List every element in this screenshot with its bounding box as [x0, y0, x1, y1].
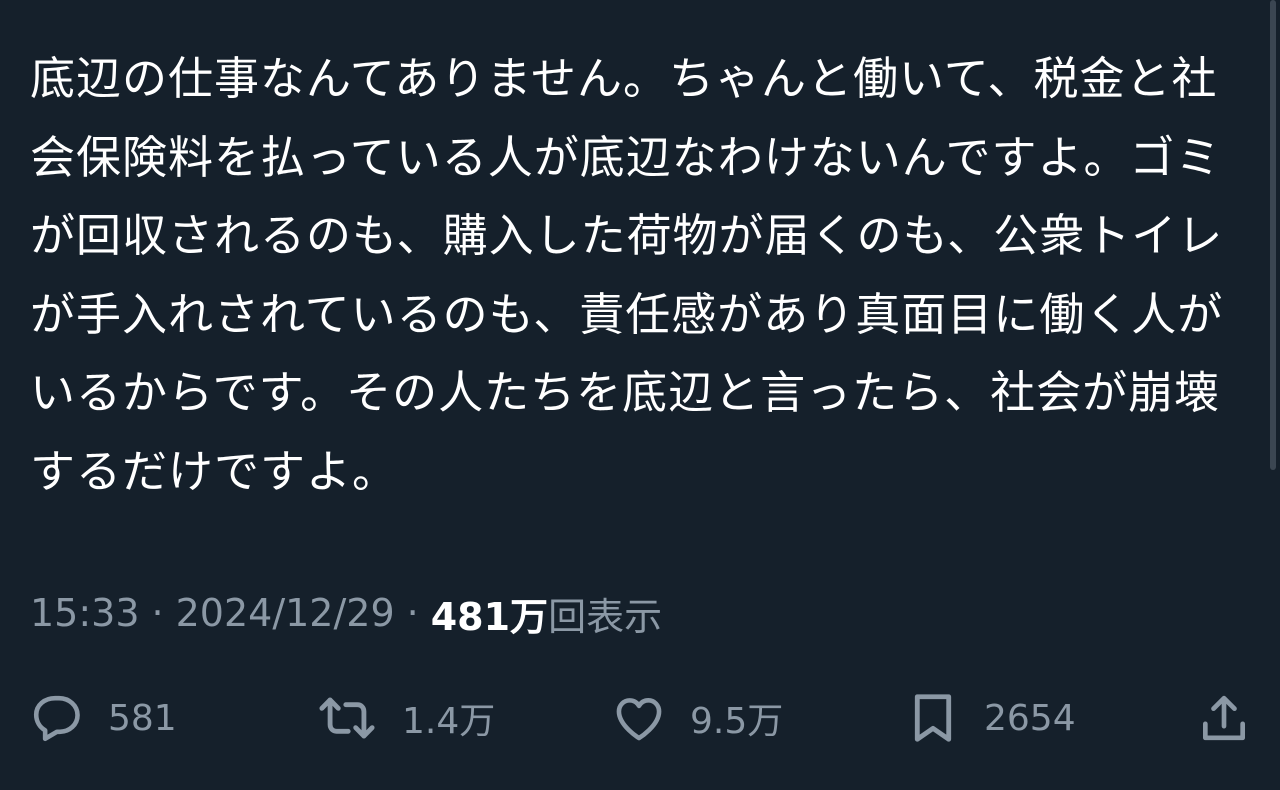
repost-icon	[314, 689, 380, 747]
tweet-meta: 15:33 · 2024/12/29 · 481万 回表示	[30, 585, 662, 641]
views-count[interactable]: 481万	[431, 586, 548, 641]
bookmark-icon	[904, 689, 962, 747]
bookmark-count: 2654	[984, 697, 1076, 739]
reply-count: 581	[108, 697, 177, 739]
share-button[interactable]	[1196, 686, 1252, 750]
like-button[interactable]: 9.5万	[610, 686, 783, 750]
tweet-date: 2024/12/29	[175, 591, 395, 635]
reply-icon	[28, 689, 86, 747]
action-bar: 581 1.4万 9.5万 2654	[0, 686, 1280, 750]
share-icon	[1196, 689, 1252, 747]
scrollbar[interactable]	[1270, 0, 1276, 470]
repost-count: 1.4万	[402, 701, 496, 742]
meta-separator: ·	[151, 591, 164, 635]
views-label: 回表示	[548, 594, 663, 639]
heart-icon	[610, 689, 668, 747]
tweet-time: 15:33	[30, 591, 140, 635]
like-count: 9.5万	[690, 701, 784, 742]
tweet-text: 底辺の仕事なんてありません。ちゃんと働いて、税金と社会保険料を払っている人が底辺…	[30, 52, 1224, 498]
reply-button[interactable]: 581	[28, 686, 177, 750]
repost-button[interactable]: 1.4万	[314, 686, 495, 750]
meta-separator: ·	[406, 591, 419, 635]
bookmark-button[interactable]: 2654	[904, 686, 1076, 750]
